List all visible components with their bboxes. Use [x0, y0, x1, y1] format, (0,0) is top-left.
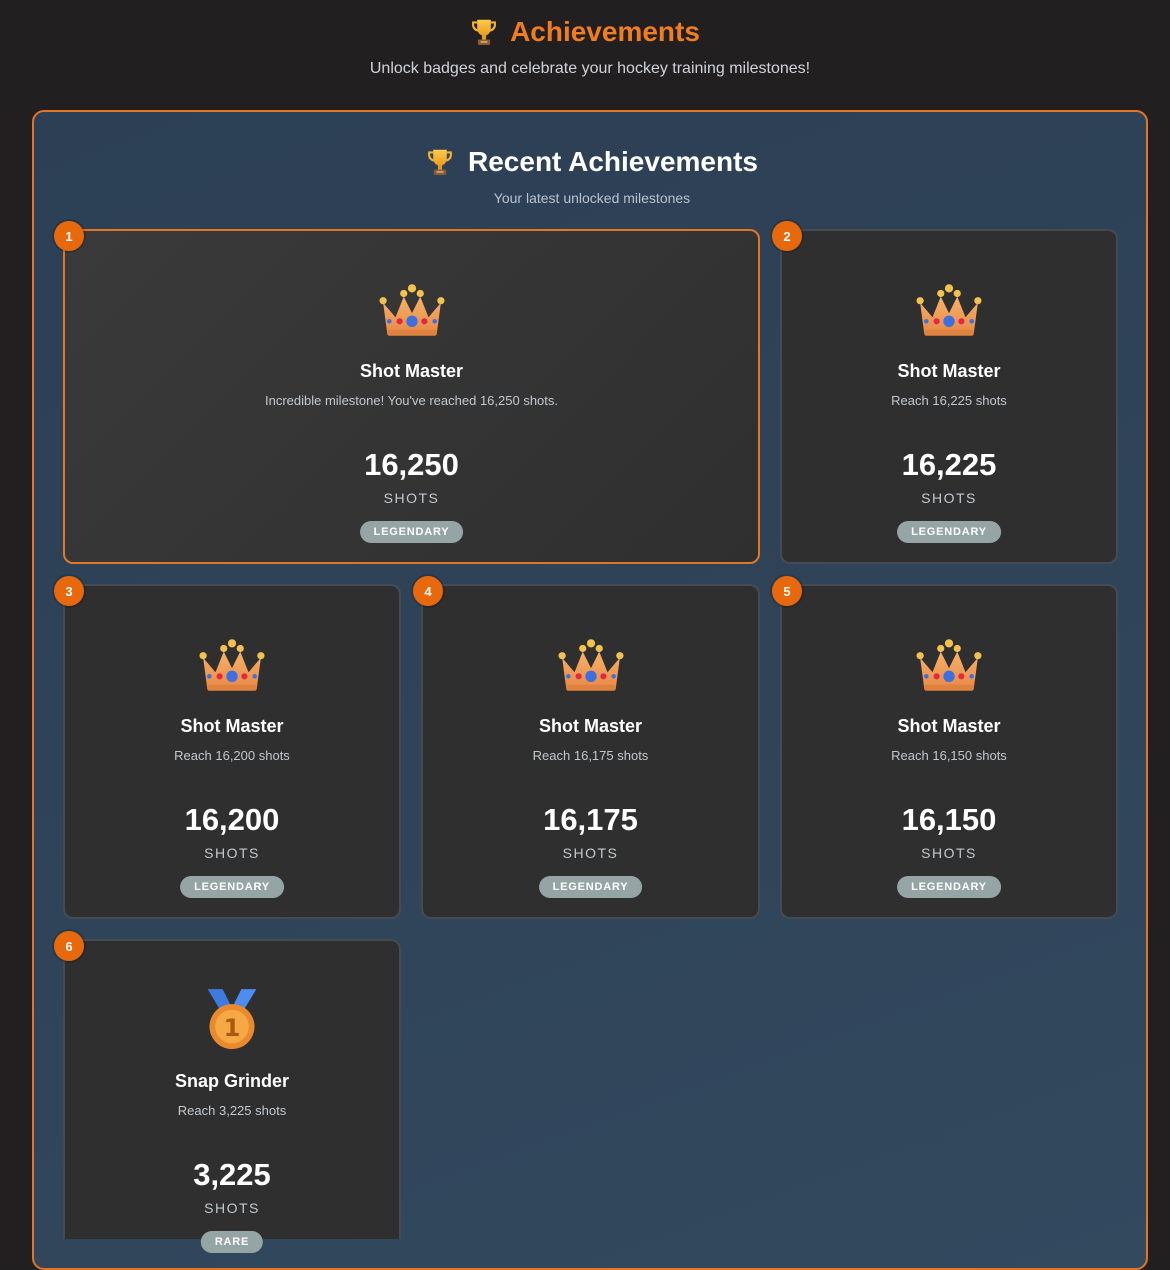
- rank-badge: 6: [54, 931, 84, 961]
- achievement-unit: SHOTS: [204, 845, 260, 861]
- rank-badge: 2: [772, 221, 802, 251]
- tier-badge: LEGENDARY: [897, 521, 1001, 543]
- achievement-description: Reach 16,200 shots: [174, 748, 290, 763]
- rank-badge: 3: [54, 576, 84, 606]
- achievement-name: Shot Master: [538, 716, 643, 736]
- achievement-name: Shot Master: [180, 716, 284, 736]
- achievement-description: Reach 16,225 shots: [891, 393, 1007, 408]
- page-subtitle: Unlock badges and celebrate your hockey …: [369, 60, 811, 77]
- achievement-unit: SHOTS: [921, 845, 977, 861]
- crown-icon: [916, 636, 982, 696]
- achievement-value: 16,175: [543, 802, 638, 837]
- achievement-value: 3,225: [193, 1157, 271, 1192]
- achievement-unit: SHOTS: [562, 845, 619, 861]
- achievement-card[interactable]: Shot Master Reach 16,200 shots 16,200 SH…: [63, 584, 401, 919]
- achievement-card[interactable]: Snap Grinder Reach 3,225 shots 3,225 SHO…: [63, 939, 401, 1253]
- achievement-value: 16,250: [364, 447, 459, 482]
- tier-badge: LEGENDARY: [359, 521, 464, 543]
- achievement-value: 16,225: [901, 447, 997, 482]
- achievement-name: Shot Master: [359, 361, 464, 381]
- achievement-name: Shot Master: [897, 716, 1001, 736]
- achievement-unit: SHOTS: [383, 490, 440, 506]
- achievement-card[interactable]: Shot Master Reach 16,175 shots 16,175 SH…: [421, 584, 760, 919]
- achievement-card[interactable]: Shot Master Reach 16,150 shots 16,150 SH…: [780, 584, 1118, 919]
- page-title: Achievements: [0, 16, 1170, 48]
- achievement-description: Reach 3,225 shots: [177, 1103, 287, 1118]
- achievement-description: Reach 16,150 shots: [891, 748, 1007, 763]
- tier-badge: LEGENDARY: [538, 876, 643, 898]
- achievement-unit: SHOTS: [921, 490, 977, 506]
- tier-badge: LEGENDARY: [897, 876, 1001, 898]
- medal-icon: [202, 987, 262, 1053]
- achievement-name: Snap Grinder: [174, 1071, 290, 1091]
- rank-badge: 4: [413, 576, 443, 606]
- page-header: Achievements Unlock badges and celebrate…: [0, 0, 1170, 100]
- tier-badge: LEGENDARY: [180, 876, 284, 898]
- crown-icon: [558, 636, 624, 696]
- achievement-value: 16,150: [901, 802, 997, 837]
- rank-badge: 1: [54, 221, 84, 251]
- achievement-card[interactable]: Shot Master Reach 16,225 shots 16,225 SH…: [780, 229, 1118, 564]
- crown-icon: [199, 636, 265, 696]
- achievement-card[interactable]: Shot Master Incredible milestone! You've…: [63, 229, 760, 564]
- panel-subtitle: Your latest unlocked milestones: [493, 190, 691, 206]
- achievement-description: Incredible milestone! You've reached 16,…: [264, 393, 558, 408]
- trophy-icon: [470, 17, 498, 47]
- achievement-name: Shot Master: [897, 361, 1001, 381]
- crown-icon: [916, 281, 982, 341]
- panel-title-text: Recent Achievements: [468, 146, 758, 177]
- crown-icon: [379, 281, 445, 341]
- achievement-value: 16,200: [184, 802, 280, 837]
- achievement-unit: SHOTS: [204, 1200, 260, 1216]
- rank-badge: 5: [772, 576, 802, 606]
- page-title-text: Achievements: [510, 16, 700, 47]
- achievement-description: Reach 16,175 shots: [532, 748, 649, 763]
- panel-title: Recent Achievements: [34, 146, 1150, 178]
- tier-badge: RARE: [200, 1231, 264, 1253]
- trophy-icon: [426, 147, 454, 177]
